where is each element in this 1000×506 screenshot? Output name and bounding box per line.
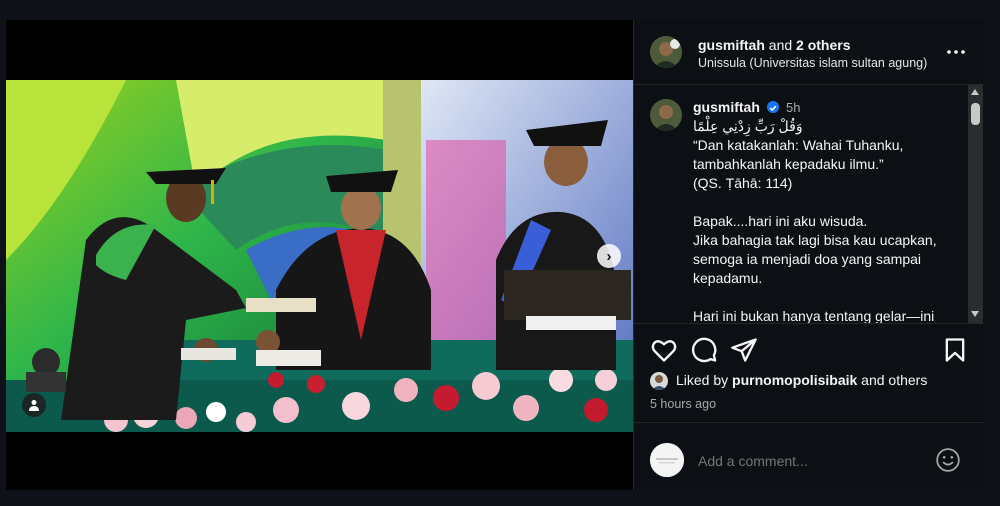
scroll-up-arrow[interactable] <box>971 89 979 95</box>
liker-username[interactable]: purnomopolisibaik <box>732 372 857 388</box>
likes-summary: Liked by purnomopolisibaik and others <box>676 372 927 388</box>
caption-avatar[interactable] <box>650 99 682 131</box>
author-avatar[interactable] <box>650 36 682 68</box>
tagged-users-button[interactable] <box>22 393 46 417</box>
collaborators-link[interactable]: 2 others <box>796 37 850 53</box>
likes-prefix: Liked by <box>676 372 733 388</box>
more-options-button[interactable] <box>944 40 968 64</box>
comment-input[interactable] <box>698 453 918 469</box>
caption-username[interactable]: gusmiftah <box>693 99 760 115</box>
caption-time: 5h <box>786 100 801 115</box>
more-options-icon <box>947 50 965 54</box>
caption-text: وَقُلْ رَبِّ زِدْنِي عِلْمًا “Dan kataka… <box>693 118 937 324</box>
next-photo-button[interactable]: › <box>597 244 621 268</box>
scroll-down-arrow[interactable] <box>971 311 979 317</box>
chevron-right-icon: › <box>606 247 612 265</box>
verified-badge-icon <box>767 101 779 113</box>
scroll-thumb[interactable] <box>971 103 980 125</box>
post-header: gusmiftah and 2 others Unissula (Univers… <box>634 20 985 85</box>
post-sidebar: gusmiftah and 2 others Unissula (Univers… <box>633 20 985 490</box>
emoji-icon[interactable] <box>935 447 961 473</box>
post-timestamp: 5 hours ago <box>650 397 717 411</box>
comment-bar <box>634 422 985 491</box>
heart-icon[interactable] <box>650 336 678 364</box>
likes-others-link[interactable]: and others <box>857 372 927 388</box>
caption-area: gusmiftah 5h وَقُلْ رَبِّ زِدْنِي عِلْمً… <box>634 85 985 324</box>
viewer-avatar <box>650 443 684 477</box>
comment-icon[interactable] <box>690 336 718 364</box>
liker-avatar[interactable] <box>650 372 668 390</box>
post-photo[interactable] <box>6 80 633 432</box>
header-and-text: and <box>764 37 797 53</box>
post-media: › <box>6 20 633 490</box>
location-link[interactable]: Unissula (Universitas islam sultan agung… <box>698 56 927 70</box>
header-title: gusmiftah and 2 others <box>698 37 851 53</box>
author-username[interactable]: gusmiftah <box>698 37 765 53</box>
share-icon[interactable] <box>730 336 758 364</box>
user-tag-icon <box>29 400 39 411</box>
post-modal: › gusmiftah and 2 others Unissula (Unive… <box>6 20 985 490</box>
action-bar <box>634 324 985 374</box>
caption-scrollbar[interactable] <box>968 85 983 323</box>
bookmark-icon[interactable] <box>941 336 969 364</box>
